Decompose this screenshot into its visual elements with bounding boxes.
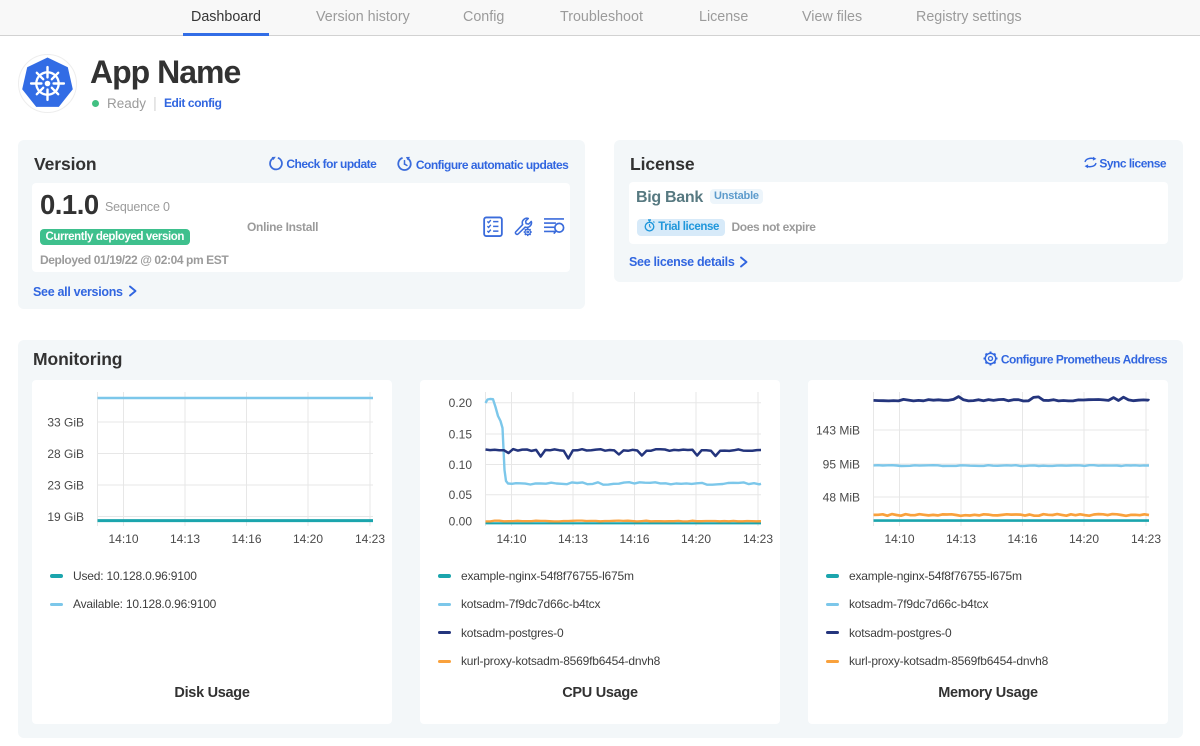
svg-text:95 MiB: 95 MiB — [823, 457, 860, 471]
svg-text:23 GiB: 23 GiB — [47, 478, 84, 492]
svg-text:14:13: 14:13 — [558, 532, 588, 546]
svg-text:14:13: 14:13 — [170, 532, 200, 546]
svg-text:0.10: 0.10 — [449, 458, 473, 472]
svg-text:14:13: 14:13 — [946, 532, 976, 546]
svg-text:14:16: 14:16 — [619, 532, 649, 546]
svg-text:0.15: 0.15 — [449, 427, 473, 441]
svg-text:28 GiB: 28 GiB — [47, 447, 84, 461]
svg-text:14:20: 14:20 — [681, 532, 711, 546]
svg-text:14:10: 14:10 — [108, 532, 138, 546]
svg-text:14:16: 14:16 — [231, 532, 261, 546]
svg-text:0.20: 0.20 — [449, 396, 473, 410]
svg-text:14:23: 14:23 — [1131, 532, 1161, 546]
svg-text:14:10: 14:10 — [496, 532, 526, 546]
svg-text:14:20: 14:20 — [293, 532, 323, 546]
svg-text:48 MiB: 48 MiB — [823, 490, 860, 504]
svg-text:0.00: 0.00 — [449, 514, 473, 528]
svg-text:0.05: 0.05 — [449, 488, 473, 502]
svg-text:19 GiB: 19 GiB — [47, 510, 84, 524]
svg-text:14:16: 14:16 — [1007, 532, 1037, 546]
svg-text:14:23: 14:23 — [743, 532, 773, 546]
svg-text:14:10: 14:10 — [884, 532, 914, 546]
svg-text:14:23: 14:23 — [355, 532, 385, 546]
svg-text:33 GiB: 33 GiB — [47, 415, 84, 429]
svg-text:143 MiB: 143 MiB — [816, 423, 860, 437]
svg-text:14:20: 14:20 — [1069, 532, 1099, 546]
